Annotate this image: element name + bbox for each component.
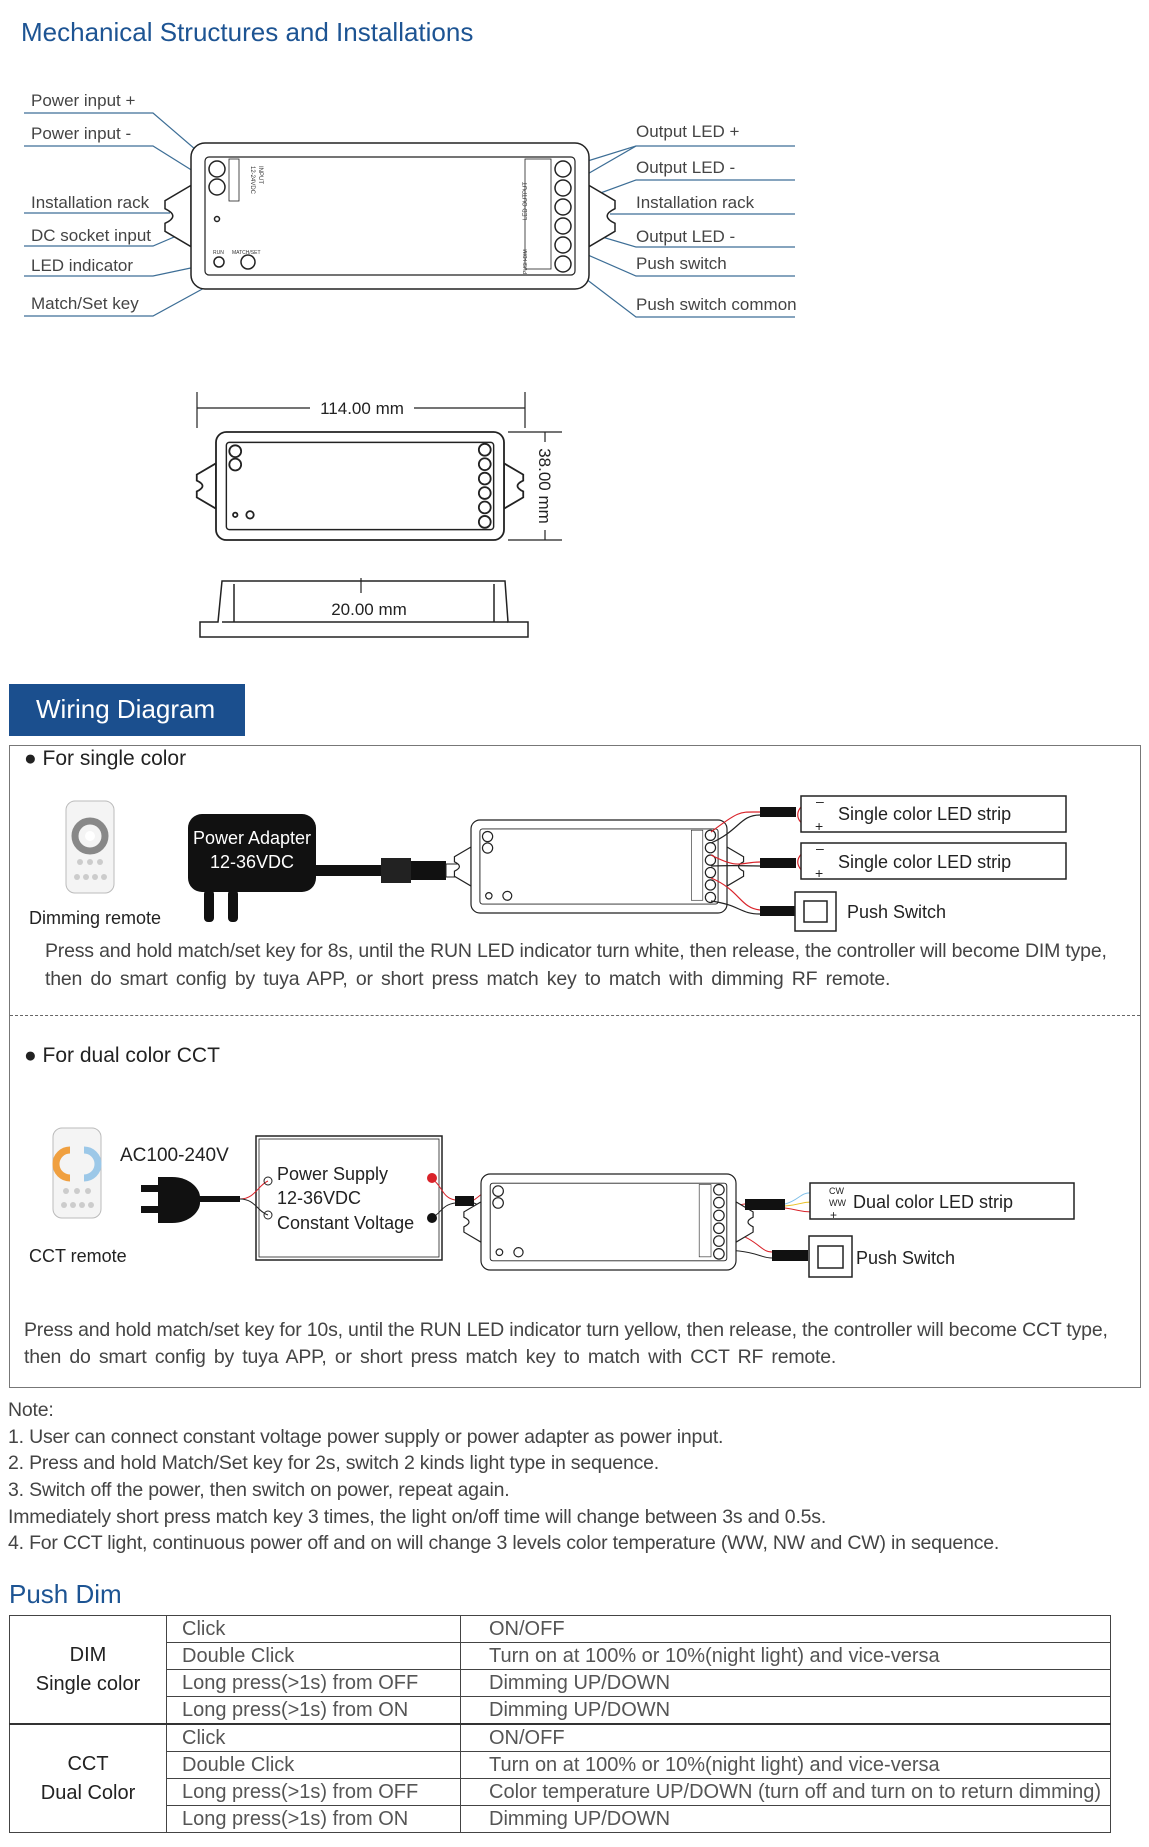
run-led: [213, 256, 225, 268]
push-dim-table: DIM Single color Click ON/OFF Double Clic…: [9, 1615, 1111, 1833]
action-cell: Click: [166, 1615, 461, 1643]
output-terminal: [477, 515, 492, 529]
note-line: 3. Switch off the power, then switch on …: [8, 1479, 510, 1501]
table-row: DIM Single color Click ON/OFF: [9, 1615, 1111, 1725]
group-dim: DIM Single color: [9, 1615, 167, 1725]
table-row: Double Click Turn on at 100% or 10%(night…: [10, 1751, 1111, 1779]
output-terminal: [477, 457, 492, 471]
label-power-input-plus: Power input +: [31, 91, 135, 110]
function-cell: Dimming UP/DOWN: [460, 1805, 1111, 1833]
section-divider: [10, 1015, 1140, 1016]
action-cell: Long press(>1s) from ON: [166, 1805, 461, 1833]
note-line: 1. User can connect constant voltage pow…: [8, 1426, 724, 1448]
action-cell: Long press(>1s) from ON: [166, 1696, 461, 1725]
table-row: CCT Dual Color Click ON/OFF: [9, 1723, 1111, 1833]
note-line: Immediately short press match key 3 time…: [8, 1506, 827, 1528]
controller-front-view: [164, 142, 616, 290]
function-cell: Dimming UP/DOWN: [460, 1696, 1111, 1725]
cct-desc-line-2: then do smart config by tuya APP, or sho…: [24, 1346, 837, 1368]
mounting-ear-left: [195, 461, 217, 511]
mounting-ear-left: [164, 184, 192, 248]
action-cell: Long press(>1s) from OFF: [166, 1778, 461, 1806]
action-cell: Double Click: [166, 1751, 461, 1779]
single-color-heading: ● For single color: [24, 747, 187, 770]
function-cell: ON/OFF: [460, 1723, 1111, 1752]
cct-heading: ● For dual color CCT: [24, 1044, 220, 1067]
note-heading: Note:: [8, 1399, 54, 1421]
function-cell: Color temperature UP/DOWN (turn off and …: [460, 1778, 1111, 1806]
input-terminal: [208, 178, 226, 196]
output-terminal: [554, 255, 572, 273]
right-labels: Output LED + Output LED - Installation r…: [636, 122, 797, 314]
table-row: Double Click Turn on at 100% or 10%(night…: [10, 1642, 1111, 1670]
label-dc-socket-input: DC socket input: [31, 226, 151, 245]
voltage-marking: 12-24VDC: [249, 166, 255, 195]
output-terminal: [477, 442, 492, 457]
function-cell: Turn on at 100% or 10%(night light) and …: [460, 1751, 1111, 1779]
wiring-diagram-header: Wiring Diagram: [9, 684, 245, 736]
dimension-height: 38.00 mm: [535, 448, 554, 524]
run-marking: RUN: [213, 250, 224, 256]
output-terminal: [554, 179, 572, 197]
label-output-led-plus: Output LED +: [636, 122, 740, 141]
group-cct: CCT Dual Color: [9, 1723, 167, 1833]
matchset-marking: MATCH/SET: [232, 250, 261, 256]
output-terminal: [477, 486, 492, 500]
single-desc-line-1: Press and hold match/set key for 8s, unt…: [45, 940, 1107, 962]
label-installation-rack-right: Installation rack: [636, 193, 755, 212]
controller-top-view: [195, 431, 525, 541]
label-push-switch-common: Push switch common: [636, 295, 797, 314]
label-output-led-minus-2: Output LED -: [636, 227, 735, 246]
table-row: Long press(>1s) from OFF Dimming UP/DOWN: [10, 1669, 1111, 1697]
action-cell: Long press(>1s) from OFF: [166, 1669, 461, 1697]
run-led: [232, 511, 239, 518]
push-dim-title: Push Dim: [9, 1579, 122, 1609]
mounting-ear-right: [588, 184, 616, 248]
dimension-depth: 20.00 mm: [331, 600, 407, 619]
push-dim-marking: PUSH-DIM: [523, 249, 529, 274]
output-terminal: [554, 217, 572, 235]
table-row: Long press(>1s) from ON Dimming UP/DOWN: [10, 1696, 1111, 1725]
action-cell: Click: [166, 1723, 461, 1752]
housing-panel: [225, 441, 495, 531]
input-terminal: [228, 457, 243, 472]
input-terminal: [208, 160, 226, 178]
input-marking: INPUT: [257, 166, 263, 184]
function-cell: ON/OFF: [460, 1615, 1111, 1643]
match-set-key: [245, 510, 255, 520]
action-cell: Double Click: [166, 1642, 461, 1670]
table-row: Long press(>1s) from OFF Color temperatur…: [10, 1778, 1111, 1806]
label-output-led-minus-1: Output LED -: [636, 158, 735, 177]
match-set-key: [240, 254, 256, 270]
cct-heading-text: For dual color CCT: [42, 1044, 220, 1067]
output-terminal: [477, 500, 492, 515]
cct-desc-line-1: Press and hold match/set key for 10s, un…: [24, 1319, 1108, 1341]
output-terminal: [554, 160, 572, 178]
label-power-input-minus: Power input -: [31, 124, 131, 143]
output-terminal: [554, 236, 572, 254]
label-installation-rack-left: Installation rack: [31, 193, 150, 212]
single-desc-line-2: then do smart config by tuya APP, or sho…: [45, 968, 891, 990]
left-labels: Power input + Power input - Installation…: [31, 91, 151, 313]
input-terminal: [228, 444, 243, 459]
note-line: 2. Press and hold Match/Set key for 2s, …: [8, 1452, 659, 1474]
dc-socket: [213, 215, 221, 223]
label-push-switch: Push switch: [636, 254, 727, 273]
output-terminal: [477, 471, 492, 486]
output-terminal: [554, 198, 572, 216]
label-led-indicator: LED indicator: [31, 256, 133, 275]
function-cell: Dimming UP/DOWN: [460, 1669, 1111, 1697]
table-row: Long press(>1s) from ON Dimming UP/DOWN: [10, 1805, 1111, 1833]
dimension-width: 114.00 mm: [320, 399, 404, 418]
single-color-heading-text: For single color: [42, 747, 187, 770]
mounting-ear-right: [503, 461, 525, 511]
note-line: 4. For CCT light, continuous power off a…: [8, 1532, 1000, 1554]
led-output-marking: LED OUTPUT: [523, 182, 529, 220]
label-match-set-key: Match/Set key: [31, 294, 139, 313]
function-cell: Turn on at 100% or 10%(night light) and …: [460, 1642, 1111, 1670]
input-label-box: [228, 158, 240, 202]
